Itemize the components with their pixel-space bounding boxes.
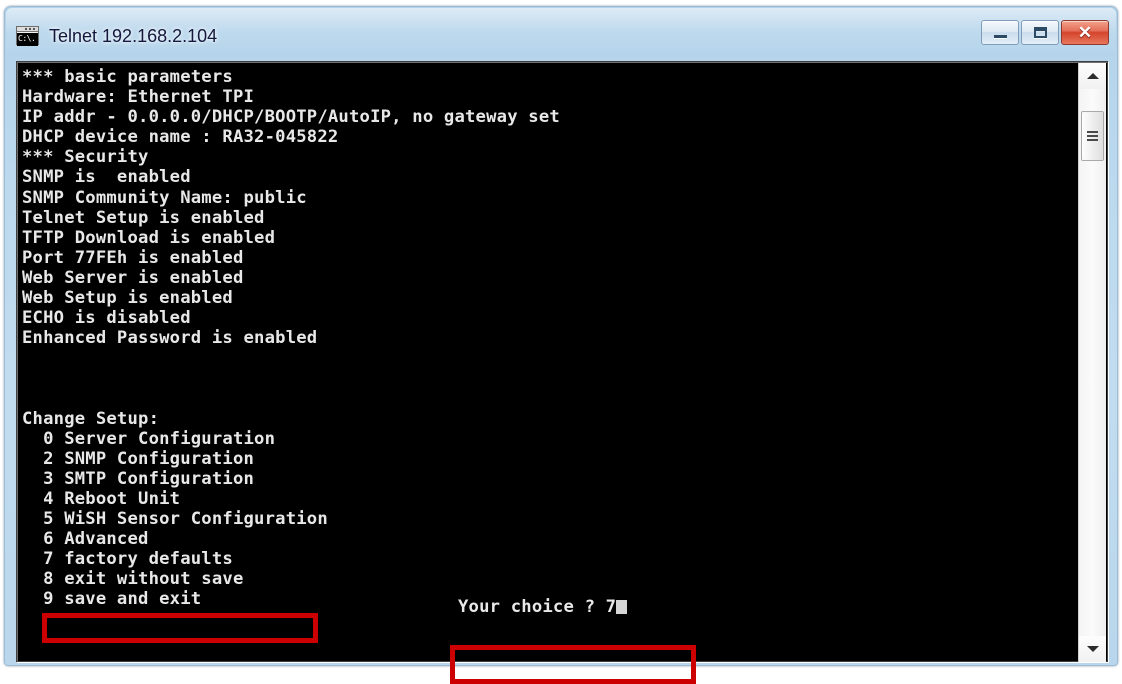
console-icon: C:\. (16, 26, 39, 46)
chevron-down-icon (1086, 646, 1099, 652)
scrollbar-thumb[interactable] (1081, 111, 1104, 161)
close-glyph: ✕ (1077, 23, 1093, 42)
chevron-up-icon (1086, 73, 1099, 79)
telnet-window: C:\. Telnet 192.168.2.104 ✕ *** basic pa… (4, 6, 1118, 684)
title-bar[interactable]: C:\. Telnet 192.168.2.104 ✕ (5, 7, 1117, 53)
terminal-output: *** basic parameters Hardware: Ethernet … (22, 67, 560, 610)
terminal-screen[interactable]: *** basic parameters Hardware: Ethernet … (22, 67, 1062, 657)
block-cursor-icon (616, 600, 628, 614)
grip-icon (1087, 129, 1098, 143)
vertical-scrollbar[interactable] (1078, 63, 1106, 662)
scroll-down-button[interactable] (1079, 636, 1106, 662)
minimize-icon (982, 21, 1018, 44)
terminal-client-area[interactable]: *** basic parameters Hardware: Ethernet … (16, 61, 1108, 684)
console-icon-titlebar (17, 27, 38, 32)
close-button[interactable]: ✕ (1061, 20, 1109, 45)
maximize-icon (1022, 21, 1058, 44)
factory-defaults-highlight-box (42, 613, 318, 643)
console-icon-prompt: C:\. (17, 33, 38, 46)
minimize-button[interactable] (981, 20, 1019, 45)
window-title: Telnet 192.168.2.104 (49, 26, 218, 46)
terminal-prompt[interactable]: Your choice ? 7 (458, 597, 628, 617)
scroll-up-button[interactable] (1079, 63, 1106, 89)
your-choice-highlight-box (450, 645, 696, 684)
prompt-text: Your choice ? 7 (458, 597, 617, 617)
maximize-button[interactable] (1021, 20, 1059, 45)
close-icon: ✕ (1062, 21, 1108, 44)
